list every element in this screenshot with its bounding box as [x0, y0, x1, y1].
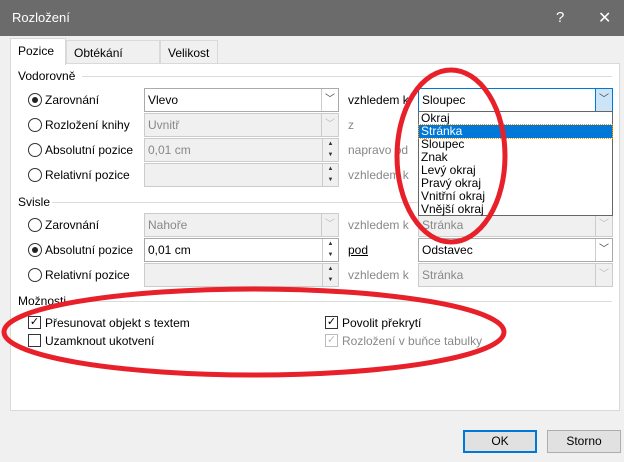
chevron-down-icon: ﹀ — [595, 89, 612, 111]
divider — [75, 301, 612, 302]
title-bar: Rozložení ? ✕ — [0, 0, 624, 36]
v-relative-radio[interactable] — [28, 268, 42, 282]
v-absolute-rel-label: pod — [348, 243, 369, 257]
tab-obtekani-textu[interactable]: Obtékání textu — [66, 40, 160, 74]
h-absolute-radio[interactable] — [28, 143, 42, 157]
spinner-icon[interactable]: ▲ ▼ — [322, 239, 338, 261]
v-absolute-input[interactable]: 0,01 cm ▲ ▼ — [144, 238, 339, 262]
v-below-select[interactable]: Odstavec ﹀ — [418, 238, 613, 262]
v-align-select[interactable]: Nahoře ﹀ — [144, 213, 339, 237]
cancel-button[interactable]: Storno — [547, 430, 621, 453]
h-absolute-value: 0,01 cm — [148, 143, 191, 157]
h-align-rel-label: vzhledem k — [348, 93, 409, 107]
allow-overlap-label: Povolit překrytí — [342, 316, 422, 330]
chevron-down-icon: ﹀ — [595, 214, 612, 236]
h-relative-input[interactable]: ▲ ▼ — [144, 163, 339, 187]
close-button[interactable]: ✕ — [598, 8, 611, 28]
v-relative-select[interactable]: Stránka ﹀ — [418, 263, 613, 287]
v-relative-rel-label: vzhledem k — [348, 268, 409, 282]
h-relative-to-value: Sloupec — [422, 93, 466, 107]
chevron-down-icon: ﹀ — [595, 239, 612, 261]
h-book-layout-select[interactable]: Uvnitř ﹀ — [144, 113, 339, 137]
h-absolute-label: Absolutní pozice — [45, 143, 134, 157]
options-group-label: Možnosti — [18, 294, 67, 308]
v-absolute-radio[interactable] — [28, 243, 42, 257]
chevron-down-icon: ﹀ — [321, 214, 338, 236]
v-relative-value: Stránka — [422, 268, 464, 282]
h-absolute-rel-label: napravo od — [348, 143, 409, 157]
h-relative-rel-label: vzhledem k — [348, 168, 409, 182]
h-align-select[interactable]: Vlevo ﹀ — [144, 88, 339, 112]
v-align-rel-label: vzhledem k — [348, 218, 409, 232]
chevron-down-icon: ﹀ — [595, 264, 612, 286]
h-book-layout-radio[interactable] — [28, 118, 42, 132]
tab-pozice[interactable]: Pozice — [10, 38, 66, 65]
h-relative-label: Relativní pozice — [45, 168, 130, 182]
dropdown-option[interactable]: Vnější okraj — [419, 203, 612, 216]
spinner-icon[interactable]: ▲ ▼ — [322, 264, 338, 286]
ok-button[interactable]: OK — [463, 430, 537, 453]
help-button[interactable]: ? — [556, 9, 564, 26]
v-align-relative-select[interactable]: Stránka ﹀ — [418, 213, 613, 237]
h-align-value: Vlevo — [148, 93, 179, 107]
relative-to-dropdown-list[interactable]: Okraj Stránka Sloupec Znak Levý okraj Pravý o… — [418, 111, 613, 216]
move-with-text-label: Přesunovat objekt s textem — [45, 316, 190, 330]
lock-anchor-label: Uzamknout ukotvení — [45, 334, 155, 348]
v-align-label: Zarovnání — [45, 218, 100, 232]
chevron-down-icon: ﹀ — [321, 114, 338, 136]
spinner-icon[interactable]: ▲ ▼ — [322, 164, 338, 186]
v-align-radio[interactable] — [28, 218, 42, 232]
h-align-radio[interactable] — [28, 93, 42, 107]
dialog-title: Rozložení — [12, 10, 70, 25]
divider — [82, 76, 612, 77]
layout-in-cell-checkbox[interactable]: ✓ — [325, 334, 338, 347]
chevron-down-icon: ﹀ — [321, 89, 338, 111]
h-relative-radio[interactable] — [28, 168, 42, 182]
horizontal-group-label: Vodorovně — [18, 69, 76, 83]
v-relative-label: Relativní pozice — [45, 268, 130, 282]
lock-anchor-checkbox[interactable] — [28, 334, 41, 347]
v-align-value: Nahoře — [148, 218, 188, 232]
v-relative-input[interactable]: ▲ ▼ — [144, 263, 339, 287]
h-book-layout-rel-label: z — [348, 118, 354, 132]
v-align-relative-value: Stránka — [422, 218, 464, 232]
layout-in-cell-label: Rozložení v buňce tabulky — [342, 334, 483, 348]
spinner-icon[interactable]: ▲ ▼ — [322, 139, 338, 161]
v-absolute-label: Absolutní pozice — [45, 243, 134, 257]
h-absolute-input[interactable]: 0,01 cm ▲ ▼ — [144, 138, 339, 162]
tab-velikost[interactable]: Velikost — [160, 40, 218, 64]
move-with-text-checkbox[interactable]: ✓ — [28, 316, 41, 329]
h-align-label: Zarovnání — [45, 93, 100, 107]
h-relative-to-select[interactable]: Sloupec ﹀ — [418, 88, 613, 112]
allow-overlap-checkbox[interactable]: ✓ — [325, 316, 338, 329]
vertical-group-label: Svisle — [18, 195, 51, 209]
h-book-layout-value: Uvnitř — [148, 118, 180, 132]
v-absolute-value: 0,01 cm — [148, 243, 191, 257]
v-below-value: Odstavec — [422, 243, 473, 257]
h-book-layout-label: Rozložení knihy — [45, 118, 130, 132]
